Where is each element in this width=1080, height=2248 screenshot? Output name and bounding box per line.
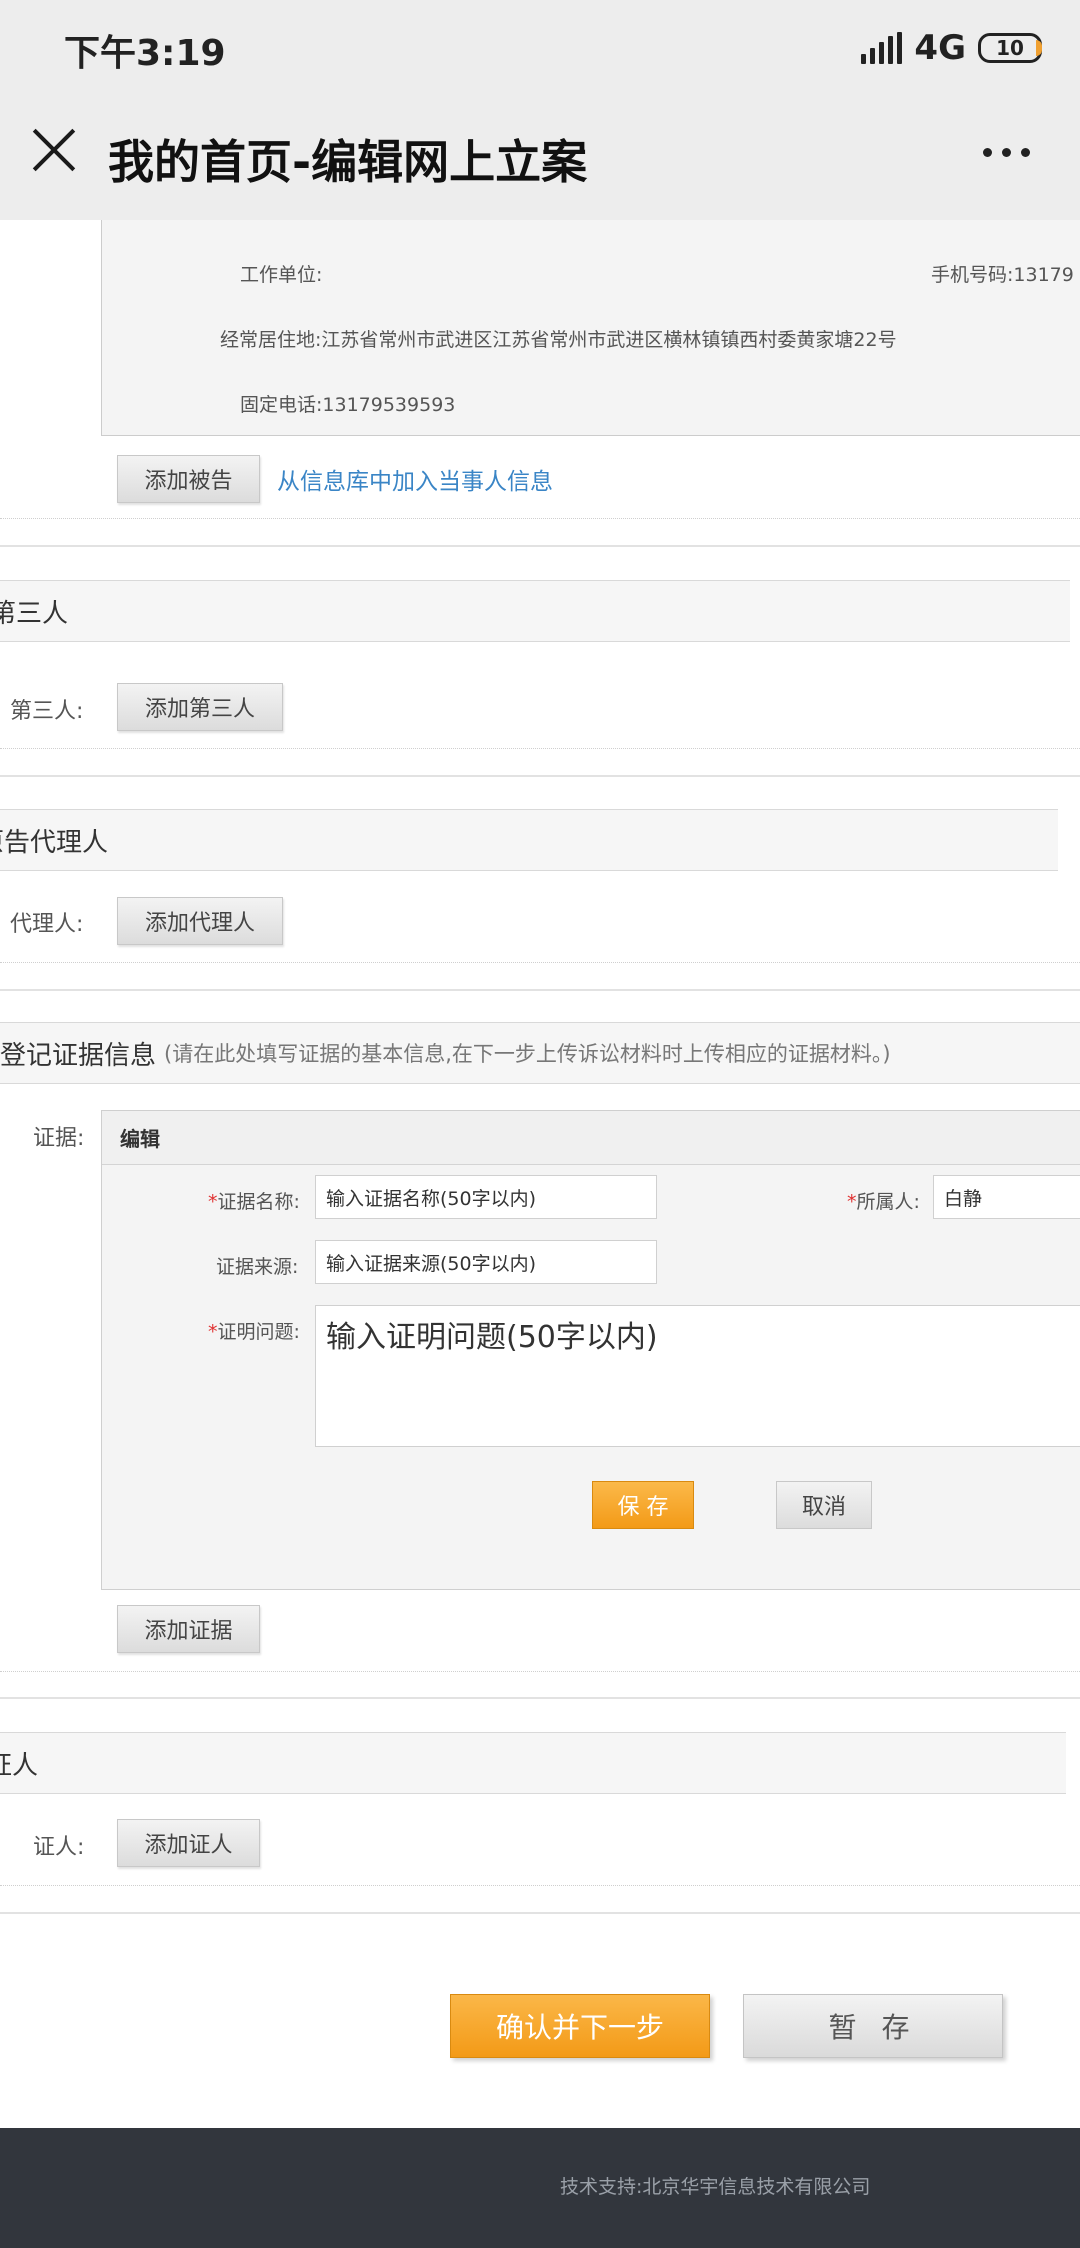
section-title: 证人 [0,1750,39,1781]
phone-label: 手机号码:13179 [931,264,1074,286]
evidence-edit-panel: 编辑 *证据名称: 输入证据名称(50字以内) *所属人: 白静 证据来源: 输… [101,1110,1080,1590]
third-party-section-header: 第三人 [0,580,1070,642]
status-indicators: 4G 10 [861,24,1042,72]
owner-label: *所属人: [847,1191,920,1213]
save-evidence-button[interactable]: 保 存 [592,1481,694,1529]
evidence-source-label: 证据来源: [216,1256,299,1278]
evidence-section-header: 登记证据信息 (请在此处填写证据的基本信息,在下一步上传诉讼材料时上传相应的证据… [0,1022,1080,1084]
landline-value: 13179539593 [322,394,456,416]
residence-row: 经常居住地:江苏省常州市武进区江苏省常州市武进区横林镇镇西村委黄家塘22号 [220,325,897,352]
add-evidence-button[interactable]: 添加证据 [117,1605,260,1653]
signal-icon [861,32,903,64]
section-note: (请在此处填写证据的基本信息,在下一步上传诉讼材料时上传相应的证据材料。) [164,1042,891,1066]
divider [0,1671,1080,1672]
page-title: 我的首页-编辑网上立案 [108,135,588,189]
plaintiff-agent-section-header: 原告代理人 [0,809,1058,871]
battery-level: 10 [996,36,1024,60]
phone-value: 13179 [1013,264,1074,286]
landline-row: 固定电话:13179539593 [240,390,455,417]
edit-panel-title: 编辑 [102,1111,1080,1165]
footer: 技术支持:北京华宇信息技术有限公司 [0,2128,1080,2248]
divider [0,775,1080,777]
evidence-source-input[interactable]: 输入证据来源(50字以内) [315,1240,657,1284]
cancel-evidence-button[interactable]: 取消 [776,1481,872,1529]
agent-label: 代理人: [10,912,84,937]
main-content: 工作单位: 手机号码:13179 经常居住地:江苏省常州市武进区江苏省常州市武进… [0,220,1080,2128]
evidence-label: 证据: [33,1126,85,1151]
add-witness-button[interactable]: 添加证人 [117,1819,260,1867]
defendant-info-box: 工作单位: 手机号码:13179 经常居住地:江苏省常州市武进区江苏省常州市武进… [101,220,1080,436]
required-mark: * [208,1321,218,1343]
section-title: 第三人 [0,598,69,629]
evidence-name-label: *证据名称: [208,1191,300,1213]
divider [0,545,1080,547]
add-defendant-button[interactable]: 添加被告 [117,455,260,503]
witness-section-header: 证人 [0,1732,1066,1794]
add-agent-button[interactable]: 添加代理人 [117,897,283,945]
more-options-icon[interactable] [983,148,1030,157]
residence-label: 经常居住地: [220,329,322,351]
owner-select[interactable]: 白静 [933,1175,1080,1219]
divider [0,989,1080,991]
add-from-database-link[interactable]: 从信息库中加入当事人信息 [277,462,553,496]
add-third-party-button[interactable]: 添加第三人 [117,683,283,731]
title-bar: 我的首页-编辑网上立案 [0,96,1080,220]
required-mark: * [847,1191,857,1213]
third-party-label: 第三人: [10,699,84,724]
section-title: 原告代理人 [0,827,109,858]
network-type: 4G [914,28,966,68]
section-title: 登记证据信息 [0,1040,157,1071]
save-draft-button[interactable]: 暂 存 [743,1994,1003,2058]
confirm-next-button[interactable]: 确认并下一步 [450,1994,710,2058]
status-time: 下午3:19 [64,33,226,74]
divider [0,962,1080,963]
work-unit-label: 工作单位: [240,264,323,286]
divider [0,1912,1080,1914]
residence-value: 江苏省常州市武进区江苏省常州市武进区横林镇镇西村委黄家塘22号 [321,329,897,351]
witness-label: 证人: [33,1835,85,1860]
battery-icon: 10 [978,33,1042,63]
close-icon[interactable] [30,126,78,174]
tech-support-text: 技术支持:北京华宇信息技术有限公司 [560,2176,871,2198]
proof-issue-textarea[interactable]: 输入证明问题(50字以内) [315,1305,1080,1447]
required-mark: * [208,1191,218,1213]
proof-issue-label: *证明问题: [208,1321,300,1343]
status-bar: 下午3:19 4G 10 [0,0,1080,96]
divider [0,1885,1080,1886]
divider [0,518,1080,519]
landline-label: 固定电话: [240,394,323,416]
divider [0,748,1080,749]
divider [0,1697,1080,1699]
evidence-name-input[interactable]: 输入证据名称(50字以内) [315,1175,657,1219]
